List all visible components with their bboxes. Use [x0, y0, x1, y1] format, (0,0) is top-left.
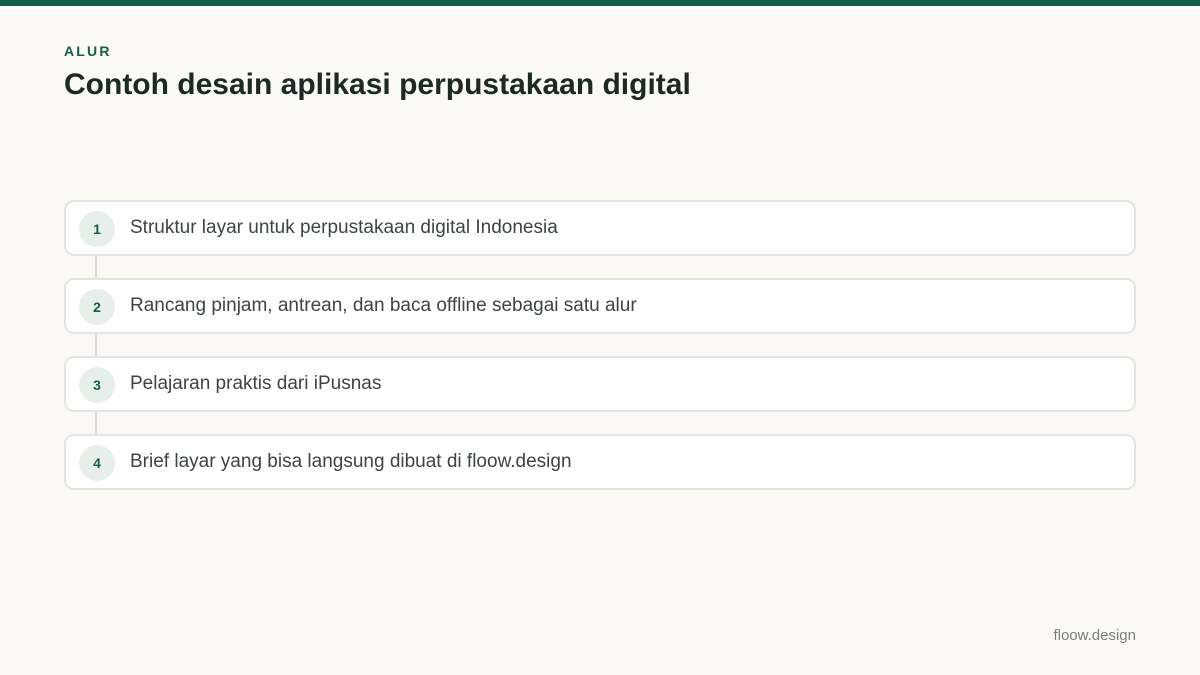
step-number-badge: 4 — [79, 445, 115, 481]
step-connector — [95, 334, 97, 356]
step-card-3: 3 Pelajaran praktis dari iPusnas — [64, 356, 1136, 412]
step-label: Struktur layar untuk perpustakaan digita… — [130, 217, 558, 238]
step-connector — [95, 256, 97, 278]
top-accent-bar — [0, 0, 1200, 6]
section-eyebrow: ALUR — [64, 43, 112, 59]
step-number-badge: 1 — [79, 211, 115, 247]
page-title: Contoh desain aplikasi perpustakaan digi… — [64, 68, 691, 101]
footer-brand: floow.design — [1053, 627, 1136, 644]
step-card-4: 4 Brief layar yang bisa langsung dibuat … — [64, 434, 1136, 490]
step-label: Rancang pinjam, antrean, dan baca offlin… — [130, 295, 637, 316]
step-card-2: 2 Rancang pinjam, antrean, dan baca offl… — [64, 278, 1136, 334]
step-card-1: 1 Struktur layar untuk perpustakaan digi… — [64, 200, 1136, 256]
step-number-badge: 2 — [79, 289, 115, 325]
step-label: Pelajaran praktis dari iPusnas — [130, 373, 382, 394]
step-number-badge: 3 — [79, 367, 115, 403]
step-connector — [95, 412, 97, 434]
step-label: Brief layar yang bisa langsung dibuat di… — [130, 451, 572, 472]
